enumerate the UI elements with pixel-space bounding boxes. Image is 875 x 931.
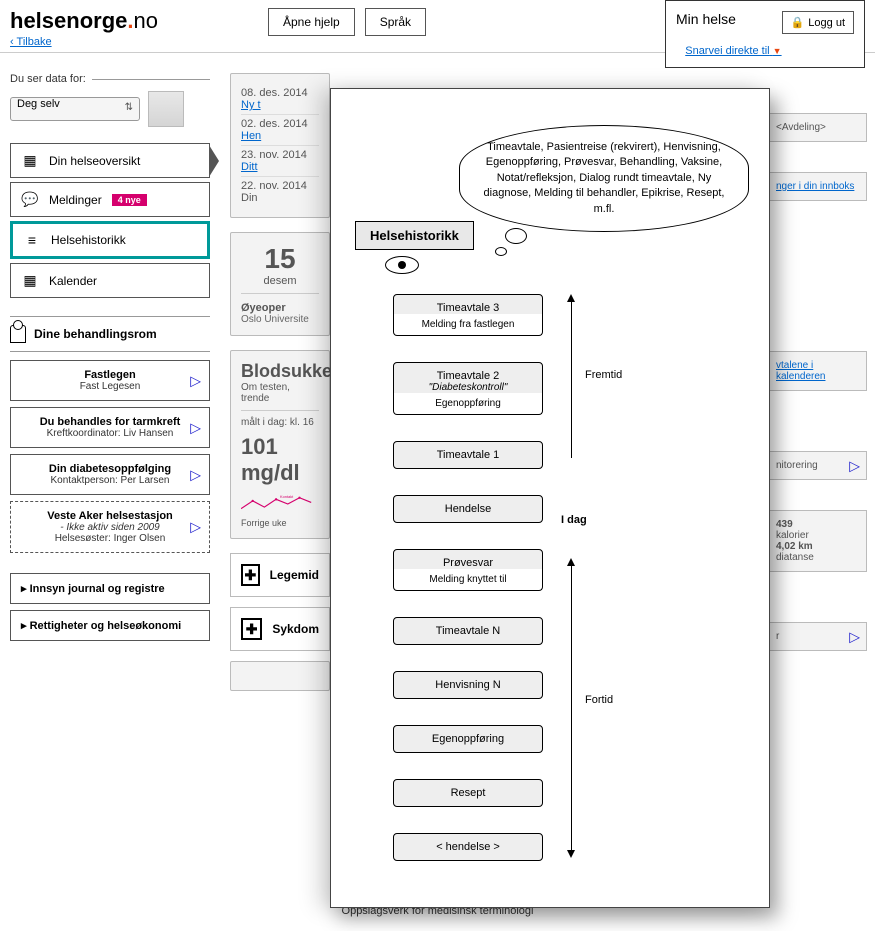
tl-timeavtale-n[interactable]: Timeavtale N — [393, 617, 543, 645]
appointment-panel: 15 desem Øyeoper Oslo Universite — [230, 232, 330, 336]
chat-icon: 💬 — [21, 191, 39, 208]
chevron-right-icon: ▷ — [849, 628, 860, 645]
chevron-right-icon: ▷ — [190, 519, 201, 536]
tl-timeavtale2-sub[interactable]: Egenoppføring — [393, 393, 543, 415]
chevron-right-icon: ▷ — [190, 372, 201, 389]
frag-calendar: vtalene i kalenderen — [767, 351, 867, 391]
room-diabetes[interactable]: Din diabetesoppfølging Kontaktperson: Pe… — [10, 454, 210, 495]
pill-icon: ✚ — [241, 564, 260, 586]
svg-text:Kontakt: Kontakt — [280, 494, 294, 499]
medications-row[interactable]: ✚ Legemid — [230, 553, 330, 597]
tl-provesvar-sub[interactable]: Melding knyttet til — [393, 569, 543, 591]
medkit-icon: ✚ — [241, 618, 262, 640]
messages-badge: 4 nye — [112, 194, 147, 206]
room-helsestasjon[interactable]: Veste Aker helsestasjon - Ikke aktiv sid… — [10, 501, 210, 553]
history-title: Helsehistorikk — [355, 221, 474, 250]
chevron-right-icon: ▷ — [190, 419, 201, 436]
diseases-row[interactable]: ✚ Sykdom — [230, 607, 330, 651]
frag-avdeling: <Avdeling> — [767, 113, 867, 142]
tl-resept[interactable]: Resept — [393, 779, 543, 807]
list-icon: ≡ — [23, 232, 41, 248]
calendar-icon: ▦ — [21, 272, 39, 289]
site-logo: helsenorge.no — [10, 8, 158, 34]
person-icon — [10, 325, 26, 343]
min-helse-panel: 🔒 Logg ut Min helse Snarvei direkte til … — [665, 0, 865, 68]
room-fastlegen[interactable]: Fastlegen Fast Legesen ▷ — [10, 360, 210, 401]
persona-select[interactable]: Deg selv — [10, 97, 140, 121]
timeline-axis: Fremtid I dag Fortid — [561, 294, 641, 861]
news-panel: 08. des. 2014 Ny t 02. des. 2014 Hen 23.… — [230, 73, 330, 218]
avatar — [148, 91, 184, 127]
grid-icon: ▦ — [21, 152, 39, 169]
tl-timeavtale3-sub[interactable]: Melding fra fastlegen — [393, 314, 543, 336]
chevron-right-icon: ▷ — [190, 466, 201, 483]
eye-icon — [385, 256, 419, 274]
data-for-label: Du ser data for: — [10, 73, 210, 85]
mini-chart: Kontakt — [241, 490, 319, 518]
rights-link[interactable]: Rettigheter og helseøkonomi — [10, 610, 210, 641]
lock-icon: 🔒 — [791, 16, 805, 29]
language-button[interactable]: Språk — [365, 8, 426, 36]
nav-overview[interactable]: ▦ Din helseoversikt — [10, 143, 210, 178]
cloud-callout: Timeavtale, Pasientreise (rekvirert), He… — [459, 125, 749, 232]
frag-inbox: nger i din innboks — [767, 172, 867, 201]
frag-r[interactable]: r ▷ — [767, 622, 867, 651]
open-help-button[interactable]: Åpne hjelp — [268, 8, 355, 36]
bloodsugar-panel: Blodsukke Om testen, trende målt i dag: … — [230, 350, 330, 539]
journal-link[interactable]: Innsyn journal og registre — [10, 573, 210, 604]
room-tarmkreft[interactable]: Du behandles for tarmkreft Kreftkoordina… — [10, 407, 210, 448]
tl-generic-hendelse[interactable]: < hendelse > — [393, 833, 543, 861]
back-link[interactable]: Tilbake — [10, 36, 52, 48]
chevron-right-icon: ▷ — [849, 457, 860, 474]
logout-button[interactable]: 🔒 Logg ut — [782, 11, 854, 34]
tl-egenoppforing[interactable]: Egenoppføring — [393, 725, 543, 753]
tl-timeavtale1[interactable]: Timeavtale 1 — [393, 441, 543, 469]
frag-monitor[interactable]: nitorering ▷ — [767, 451, 867, 480]
rooms-title: Dine behandlingsrom — [10, 316, 210, 352]
frag-stats: 439 kalorier 4,02 km diatanse — [767, 510, 867, 572]
history-overlay: Timeavtale, Pasientreise (rekvirert), He… — [330, 88, 770, 908]
nav-messages[interactable]: 💬 Meldinger 4 nye — [10, 182, 210, 217]
tl-henvisning-n[interactable]: Henvisning N — [393, 671, 543, 699]
tl-hendelse[interactable]: Hendelse — [393, 495, 543, 523]
shortcut-link[interactable]: Snarvei direkte til ▼ — [685, 45, 781, 57]
nav-history[interactable]: ≡ Helsehistorikk — [10, 221, 210, 259]
nav-calendar[interactable]: ▦ Kalender — [10, 263, 210, 298]
bg-placeholder — [230, 661, 330, 691]
